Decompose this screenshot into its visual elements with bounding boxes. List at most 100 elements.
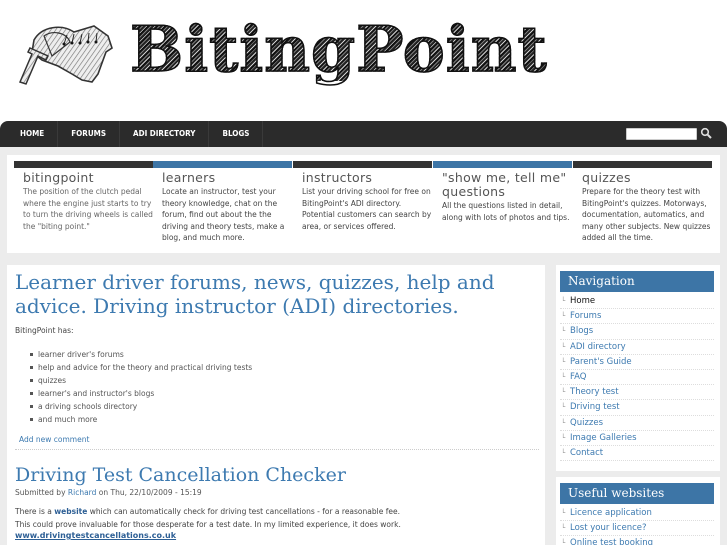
tree-branch-icon: └ (561, 403, 566, 412)
site-name: BitingPoint (129, 12, 548, 86)
sidebar-item-label[interactable]: FAQ (570, 370, 586, 384)
nav-blogs[interactable]: BLOGS (209, 121, 264, 147)
body-text-after: which can automatically check for drivin… (89, 507, 400, 516)
submitted-prefix: Submitted by (15, 488, 66, 497)
list-item: a driving schools directory (30, 400, 545, 413)
main-nav: HOME FORUMS ADI DIRECTORY BLOGS (7, 121, 264, 147)
cancellations-site-link[interactable]: www.drivingtestcancellations.co.uk (7, 531, 545, 540)
tree-branch-icon: └ (561, 418, 566, 427)
feature-quizzes[interactable]: quizzes Prepare for the theory test with… (573, 161, 712, 249)
useful-websites-title: Useful websites (560, 483, 714, 504)
features-strip: bitingpoint The position of the clutch p… (7, 155, 720, 253)
sidebar-item-label[interactable]: Theory test (570, 385, 619, 399)
navigation-menu: └ Home └ Forums └ Blogs └ ADI directory └ Par… (560, 294, 714, 462)
useful-item-label[interactable]: Lost your licence? (570, 521, 647, 535)
feature-title: bitingpoint (23, 170, 94, 185)
navigation-block: Navigation └ Home └ Forums └ Blogs └ ADI dir… (556, 265, 720, 471)
feature-bitingpoint: bitingpoint The position of the clutch p… (14, 161, 153, 249)
tree-branch-icon: └ (561, 357, 566, 366)
tree-branch-icon: └ (561, 539, 566, 545)
post-body: There is a website which can automatical… (7, 497, 545, 531)
feature-learners[interactable]: learners Locate an instructor, test your… (153, 161, 292, 249)
post-title[interactable]: Driving Test Cancellation Checker (7, 450, 545, 486)
feature-text: The position of the clutch pedal where t… (23, 187, 153, 231)
list-item: learner driver's forums (30, 348, 545, 361)
feature-text: All the questions listed in detail, alon… (442, 201, 570, 222)
feature-bar (433, 161, 572, 168)
intro-text: BitingPoint has: (15, 326, 74, 335)
site-logo[interactable]: BitingPoint (12, 17, 547, 88)
useful-websites-list: └ Licence application └ Lost your licence?… (560, 506, 714, 545)
tree-branch-icon: └ (561, 433, 566, 442)
add-new-comment-link[interactable]: Add new comment (7, 426, 545, 444)
sidebar-item-theory-test[interactable]: └ Theory test (560, 385, 714, 401)
sidebar-item-forums[interactable]: └ Forums (560, 309, 714, 325)
feature-title[interactable]: instructors (293, 168, 432, 185)
sidebar-item-driving-test[interactable]: └ Driving test (560, 400, 714, 416)
sidebar-item-label[interactable]: Parent's Guide (570, 355, 632, 369)
feature-bar (293, 161, 432, 168)
sidebar-item-image-galleries[interactable]: └ Image Galleries (560, 431, 714, 446)
useful-item-lost-licence[interactable]: └ Lost your licence? (560, 521, 714, 537)
tree-branch-icon: └ (561, 342, 566, 351)
tree-branch-icon: └ (561, 312, 566, 321)
search-input[interactable] (626, 128, 697, 140)
feature-text: List your driving school for free on Bit… (302, 187, 432, 231)
tree-branch-icon: └ (561, 524, 566, 533)
sidebar-item-faq[interactable]: └ FAQ (560, 370, 714, 386)
sidebar-item-label[interactable]: Blogs (570, 324, 593, 338)
feature-text: Locate an instructor, test your theory k… (162, 187, 285, 242)
useful-item-label[interactable]: Licence application (570, 506, 652, 520)
sidebar-item-home[interactable]: └ Home (560, 294, 714, 310)
post-meta: Submitted by Richard on Thu, 22/10/2009 … (7, 486, 545, 497)
feature-title[interactable]: "show me, tell me" questions (433, 168, 572, 199)
sidebar-item-adi-directory[interactable]: └ ADI directory (560, 340, 714, 355)
tree-branch-icon: └ (561, 297, 566, 306)
search-icon[interactable] (700, 127, 712, 139)
sidebar-item-contact[interactable]: └ Contact (560, 446, 714, 462)
website-link[interactable]: website (54, 507, 87, 516)
useful-item-licence-application[interactable]: └ Licence application (560, 506, 714, 522)
main-content: Learner driver forums, news, quizzes, he… (7, 265, 545, 545)
navigation-block-title: Navigation (560, 271, 714, 292)
feature-instructors[interactable]: instructors List your driving school for… (293, 161, 432, 249)
sidebar-item-label[interactable]: Driving test (570, 400, 620, 414)
tree-branch-icon: └ (561, 509, 566, 518)
list-item: quizzes (30, 374, 545, 387)
tree-branch-icon: └ (561, 327, 566, 336)
body-text-before: There is a (15, 507, 52, 516)
nav-adi-directory[interactable]: ADI DIRECTORY (120, 121, 210, 147)
features-list: learner driver's forums help and advice … (7, 335, 545, 426)
feature-bar (153, 161, 292, 168)
submitted-date: on Thu, 22/10/2009 - 15:19 (98, 488, 202, 497)
sidebar-item-label[interactable]: Contact (570, 446, 603, 460)
useful-item-online-test-booking[interactable]: └ Online test booking (560, 536, 714, 545)
tree-branch-icon: └ (561, 448, 566, 457)
useful-item-label[interactable]: Online test booking (570, 536, 653, 545)
sidebar-item-label[interactable]: Forums (570, 309, 601, 323)
list-item: and much more (30, 413, 545, 426)
tree-branch-icon: └ (561, 373, 566, 382)
feature-show-me-tell-me[interactable]: "show me, tell me" questions All the que… (433, 161, 572, 249)
nav-home[interactable]: HOME (7, 121, 59, 147)
sidebar-item-label[interactable]: ADI directory (570, 340, 626, 354)
list-item: help and advice for the theory and pract… (30, 361, 545, 374)
sidebar-item-label[interactable]: Image Galleries (570, 431, 637, 445)
feature-title[interactable]: learners (153, 168, 292, 185)
body-text-line2: This could prove invaluable for those de… (15, 520, 401, 529)
sidebar-item-label[interactable]: Home (570, 294, 595, 308)
feature-title[interactable]: quizzes (573, 168, 712, 185)
tree-branch-icon: └ (561, 388, 566, 397)
sidebar-item-quizzes[interactable]: └ Quizzes (560, 416, 714, 431)
nav-forums[interactable]: FORUMS (58, 121, 121, 147)
feature-text: Prepare for the theory test with BitingP… (582, 187, 711, 242)
site-header: BitingPoint (0, 0, 727, 121)
main-nav-bar: HOME FORUMS ADI DIRECTORY BLOGS (0, 121, 727, 147)
feature-bar (573, 161, 712, 168)
sidebar-item-blogs[interactable]: └ Blogs (560, 324, 714, 340)
author-link[interactable]: Richard (68, 488, 96, 497)
clutch-pedal-boot-icon (18, 25, 113, 85)
sidebar-item-label[interactable]: Quizzes (570, 416, 603, 430)
sidebar-item-parents-guide[interactable]: └ Parent's Guide (560, 355, 714, 370)
useful-websites-block: Useful websites └ Licence application └ Lo… (556, 477, 720, 545)
